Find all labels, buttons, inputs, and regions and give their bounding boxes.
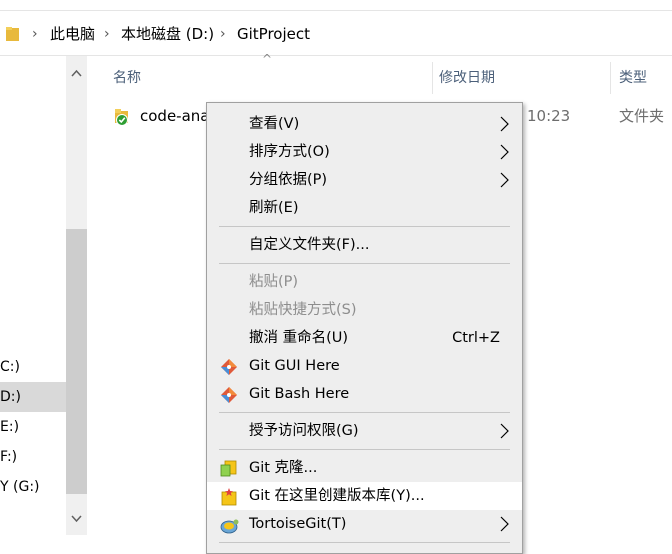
drive-label: C:) bbox=[0, 359, 20, 375]
git-bash-icon bbox=[221, 387, 237, 403]
menu-separator bbox=[219, 226, 510, 227]
menu-item-paste: 粘贴(P) bbox=[207, 268, 522, 296]
column-divider[interactable] bbox=[610, 62, 611, 94]
column-divider[interactable] bbox=[432, 62, 433, 94]
title-strip bbox=[0, 0, 672, 11]
breadcrumb-gitproject[interactable]: GitProject bbox=[237, 14, 310, 55]
menu-item-label: 粘贴(P) bbox=[249, 274, 299, 290]
menu-item-label: 排序方式(O) bbox=[249, 144, 330, 160]
column-header-name[interactable]: 名称 bbox=[113, 64, 141, 92]
nav-item-drive-f[interactable]: F:) bbox=[0, 442, 66, 472]
submenu-arrow-icon bbox=[500, 144, 509, 160]
sort-ascending-icon: ^ bbox=[262, 52, 273, 66]
submenu-arrow-icon bbox=[500, 172, 509, 188]
breadcrumb-this-pc[interactable]: 此电脑 bbox=[50, 14, 95, 55]
menu-item-sort[interactable]: 排序方式(O) bbox=[207, 138, 522, 166]
menu-item-view[interactable]: 查看(V) bbox=[207, 110, 522, 138]
address-bar[interactable]: › 此电脑 › 本地磁盘 (D:) › GitProject bbox=[0, 14, 672, 56]
chevron-right-icon[interactable]: › bbox=[220, 14, 226, 55]
menu-item-label: Git GUI Here bbox=[249, 358, 340, 374]
menu-item-label: Git Bash Here bbox=[249, 386, 350, 402]
menu-item-paste-shortcut: 粘贴快捷方式(S) bbox=[207, 296, 522, 324]
git-create-repo-icon bbox=[221, 488, 237, 506]
nav-scrollbar[interactable] bbox=[66, 56, 87, 535]
chevron-right-icon[interactable]: › bbox=[104, 14, 110, 55]
file-name[interactable]: code-ana bbox=[140, 102, 209, 130]
menu-item-label: 刷新(E) bbox=[249, 200, 299, 216]
column-header-type[interactable]: 类型 bbox=[619, 64, 647, 92]
scroll-up-icon[interactable] bbox=[66, 63, 87, 83]
git-folder-icon bbox=[115, 109, 128, 126]
menu-separator bbox=[219, 412, 510, 413]
git-clone-icon bbox=[220, 460, 237, 477]
drive-label: F:) bbox=[0, 449, 18, 465]
breadcrumb-local-disk[interactable]: 本地磁盘 (D:) bbox=[121, 14, 214, 55]
nav-item-drive-d[interactable]: D:) bbox=[0, 382, 66, 412]
nav-item-drive-c[interactable]: C:) bbox=[0, 352, 66, 382]
menu-item-label: 自定义文件夹(F)... bbox=[249, 237, 370, 253]
menu-item-git-clone[interactable]: Git 克隆... bbox=[207, 454, 522, 482]
drive-label: E:) bbox=[0, 419, 20, 435]
submenu-arrow-icon bbox=[500, 116, 509, 132]
chevron-right-icon[interactable]: › bbox=[32, 14, 38, 55]
folder-icon bbox=[6, 27, 19, 41]
nav-item-drive-e[interactable]: E:) bbox=[0, 412, 66, 442]
scrollbar-thumb[interactable] bbox=[66, 229, 87, 494]
submenu-arrow-icon bbox=[500, 516, 509, 532]
menu-item-label: 分组依据(P) bbox=[249, 172, 328, 188]
file-type: 文件夹 bbox=[619, 107, 665, 125]
menu-item-group[interactable]: 分组依据(P) bbox=[207, 166, 522, 194]
menu-item-label: Git 克隆... bbox=[249, 460, 318, 476]
menu-item-grant-access[interactable]: 授予访问权限(G) bbox=[207, 417, 522, 445]
menu-item-refresh[interactable]: 刷新(E) bbox=[207, 194, 522, 222]
git-gui-icon bbox=[221, 359, 237, 375]
menu-item-label: 粘贴快捷方式(S) bbox=[249, 302, 357, 318]
column-header-date[interactable]: 修改日期 bbox=[439, 64, 495, 92]
menu-separator bbox=[219, 263, 510, 264]
menu-item-undo-rename[interactable]: 撤消 重命名(U) Ctrl+Z bbox=[207, 324, 522, 352]
drive-label: Y (G:) bbox=[0, 479, 40, 495]
file-date: 10:23 bbox=[527, 107, 571, 125]
menu-item-label: Git 在这里创建版本库(Y)... bbox=[249, 488, 425, 504]
menu-item-git-create-repo[interactable]: Git 在这里创建版本库(Y)... bbox=[207, 482, 522, 510]
menu-item-tortoisegit[interactable]: TortoiseGit(T) bbox=[207, 510, 522, 538]
menu-item-git-gui[interactable]: Git GUI Here bbox=[207, 352, 522, 380]
menu-item-label: TortoiseGit(T) bbox=[249, 516, 347, 532]
submenu-arrow-icon bbox=[500, 423, 509, 439]
menu-separator bbox=[219, 542, 510, 543]
drive-label: D:) bbox=[0, 389, 21, 405]
menu-item-customize-folder[interactable]: 自定义文件夹(F)... bbox=[207, 231, 522, 259]
nav-item-drive-g[interactable]: Y (G:) bbox=[0, 472, 66, 502]
menu-separator bbox=[219, 449, 510, 450]
menu-item-git-bash[interactable]: Git Bash Here bbox=[207, 380, 522, 408]
context-menu: 查看(V) 排序方式(O) 分组依据(P) 刷新(E) 自定义文件夹(F)...… bbox=[206, 102, 523, 554]
menu-item-label: 查看(V) bbox=[249, 116, 300, 132]
scroll-down-icon[interactable] bbox=[66, 509, 87, 529]
tortoisegit-icon bbox=[220, 519, 239, 534]
shortcut-label: Ctrl+Z bbox=[452, 330, 500, 346]
menu-item-label: 撤消 重命名(U) bbox=[249, 330, 349, 346]
menu-item-label: 授予访问权限(G) bbox=[249, 423, 359, 439]
